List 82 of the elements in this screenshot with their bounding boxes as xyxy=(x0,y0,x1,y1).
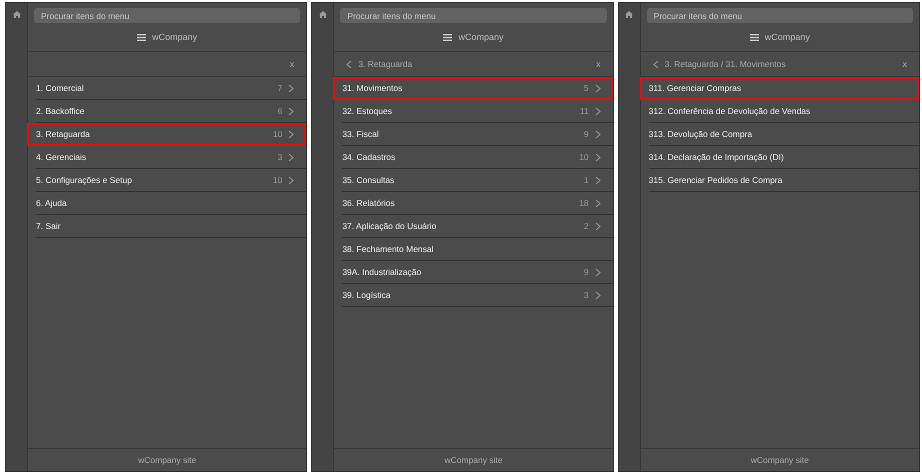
home-icon[interactable] xyxy=(12,11,20,18)
menu-item-label: 34. Cadastros xyxy=(342,152,396,162)
site-link[interactable]: wCompany site xyxy=(138,455,196,465)
back-button[interactable] xyxy=(346,60,352,68)
menu-item[interactable]: 36. Relatórios 18 xyxy=(342,192,613,215)
menu-item[interactable]: 33. Fiscal 9 xyxy=(342,123,613,146)
menu-item[interactable]: 312. Conferência de Devolução de Vendas xyxy=(648,100,919,123)
home-icon[interactable] xyxy=(318,11,327,18)
breadcrumb: 3. Retaguarda xyxy=(358,59,414,69)
menu-item[interactable]: 313. Devolução de Compra xyxy=(648,123,919,146)
item-count: 5 xyxy=(584,83,589,93)
menu-item-label: 7. Sair xyxy=(36,221,62,231)
menu-item[interactable]: 7. Sair xyxy=(36,215,306,238)
close-button[interactable]: x xyxy=(288,59,296,69)
brand-name: wCompany xyxy=(764,32,810,42)
menu-item[interactable]: 31. Movimentos 5 xyxy=(333,77,613,100)
item-count: 9 xyxy=(584,129,589,139)
item-count: 3 xyxy=(584,290,589,300)
menu-icon[interactable] xyxy=(750,34,759,40)
item-count: 9 xyxy=(584,267,589,277)
back-chevron-icon xyxy=(346,60,352,68)
menu-item-label: 39A. Industrialização xyxy=(342,267,422,277)
menu-item[interactable]: 3. Retaguarda 10 xyxy=(27,123,306,146)
menu-icon[interactable] xyxy=(137,34,146,40)
item-count: 3 xyxy=(278,152,282,162)
brand-name: wCompany xyxy=(458,32,504,42)
menu-item-label: 33. Fiscal xyxy=(342,129,380,139)
menu-icon[interactable] xyxy=(443,34,452,40)
menu-item-label: 2. Backoffice xyxy=(36,106,86,116)
menu-item-label: 32. Estoques xyxy=(342,106,393,116)
home-icon[interactable] xyxy=(625,11,634,18)
close-button[interactable]: x xyxy=(594,59,603,69)
menu-item-label: 36. Relatórios xyxy=(342,198,396,208)
item-count: 7 xyxy=(278,83,282,93)
menu-item[interactable]: 38. Fechamento Mensal xyxy=(342,238,613,261)
item-count: 11 xyxy=(580,106,589,116)
menu-item-label: 31. Movimentos xyxy=(342,83,404,93)
back-chevron-icon xyxy=(652,60,659,68)
search-field[interactable]: Procurar itens do menu xyxy=(34,8,300,23)
menu-item[interactable]: 5. Configurações e Setup 10 xyxy=(36,169,306,192)
site-link[interactable]: wCompany site xyxy=(750,455,809,465)
menu-item[interactable]: 6. Ajuda xyxy=(36,192,306,215)
menu-item[interactable]: 4. Gerenciais 3 xyxy=(36,146,306,169)
item-count: 2 xyxy=(584,221,589,231)
menu-item[interactable]: 311. Gerenciar Compras xyxy=(640,77,919,100)
menu-item-label: 311. Gerenciar Compras xyxy=(648,83,742,93)
menu-item[interactable]: 1. Comercial 7 xyxy=(36,77,306,100)
search-field[interactable]: Procurar itens do menu xyxy=(646,8,913,23)
menu-item-label: 313. Devolução de Compra xyxy=(648,129,754,139)
menu-item-label: 38. Fechamento Mensal xyxy=(342,244,435,254)
menu-item[interactable]: 37. Aplicação do Usuário 2 xyxy=(342,215,613,238)
menu-item[interactable]: 35. Consultas 1 xyxy=(342,169,613,192)
menu-item-label: 5. Configurações e Setup xyxy=(36,175,133,185)
menu-item-label: 312. Conferência de Devolução de Vendas xyxy=(648,106,812,116)
menu-item-label: 3. Retaguarda xyxy=(36,129,91,139)
menu-item-label: 314. Declaração de Importação (DI) xyxy=(648,152,785,162)
menu-item-label: 6. Ajuda xyxy=(36,198,68,208)
back-button[interactable] xyxy=(652,60,659,68)
menu-item-label: 315. Gerenciar Pedidos de Compra xyxy=(648,175,784,185)
breadcrumb: 3. Retaguarda / 31. Movimentos xyxy=(664,59,787,69)
menu-item-label: 4. Gerenciais xyxy=(36,152,88,162)
menu-item[interactable]: 34. Cadastros 10 xyxy=(342,146,613,169)
menu-item-label: 39. Logística xyxy=(342,290,392,300)
item-count: 10 xyxy=(579,152,589,162)
item-count: 1 xyxy=(584,175,589,185)
item-count: 10 xyxy=(272,175,282,185)
menu-item[interactable]: 314. Declaração de Importação (DI) xyxy=(648,146,919,169)
search-field[interactable]: Procurar itens do menu xyxy=(340,8,607,23)
menu-item-label: 37. Aplicação do Usuário xyxy=(342,221,438,231)
item-count: 10 xyxy=(272,129,282,139)
menu-item-label: 35. Consultas xyxy=(342,175,396,185)
menu-item[interactable]: 39A. Industrialização 9 xyxy=(342,261,613,284)
menu-item-label: 1. Comercial xyxy=(36,83,85,93)
item-count: 18 xyxy=(579,198,589,208)
site-link[interactable]: wCompany site xyxy=(444,455,503,465)
brand-name: wCompany xyxy=(152,32,198,42)
close-button[interactable]: x xyxy=(900,59,909,69)
item-count: 6 xyxy=(278,106,282,116)
menu-item[interactable]: 32. Estoques 11 xyxy=(342,100,613,123)
menu-item[interactable]: 39. Logística 3 xyxy=(342,284,613,307)
menu-item[interactable]: 2. Backoffice 6 xyxy=(36,100,306,123)
menu-item[interactable]: 315. Gerenciar Pedidos de Compra xyxy=(648,169,919,192)
